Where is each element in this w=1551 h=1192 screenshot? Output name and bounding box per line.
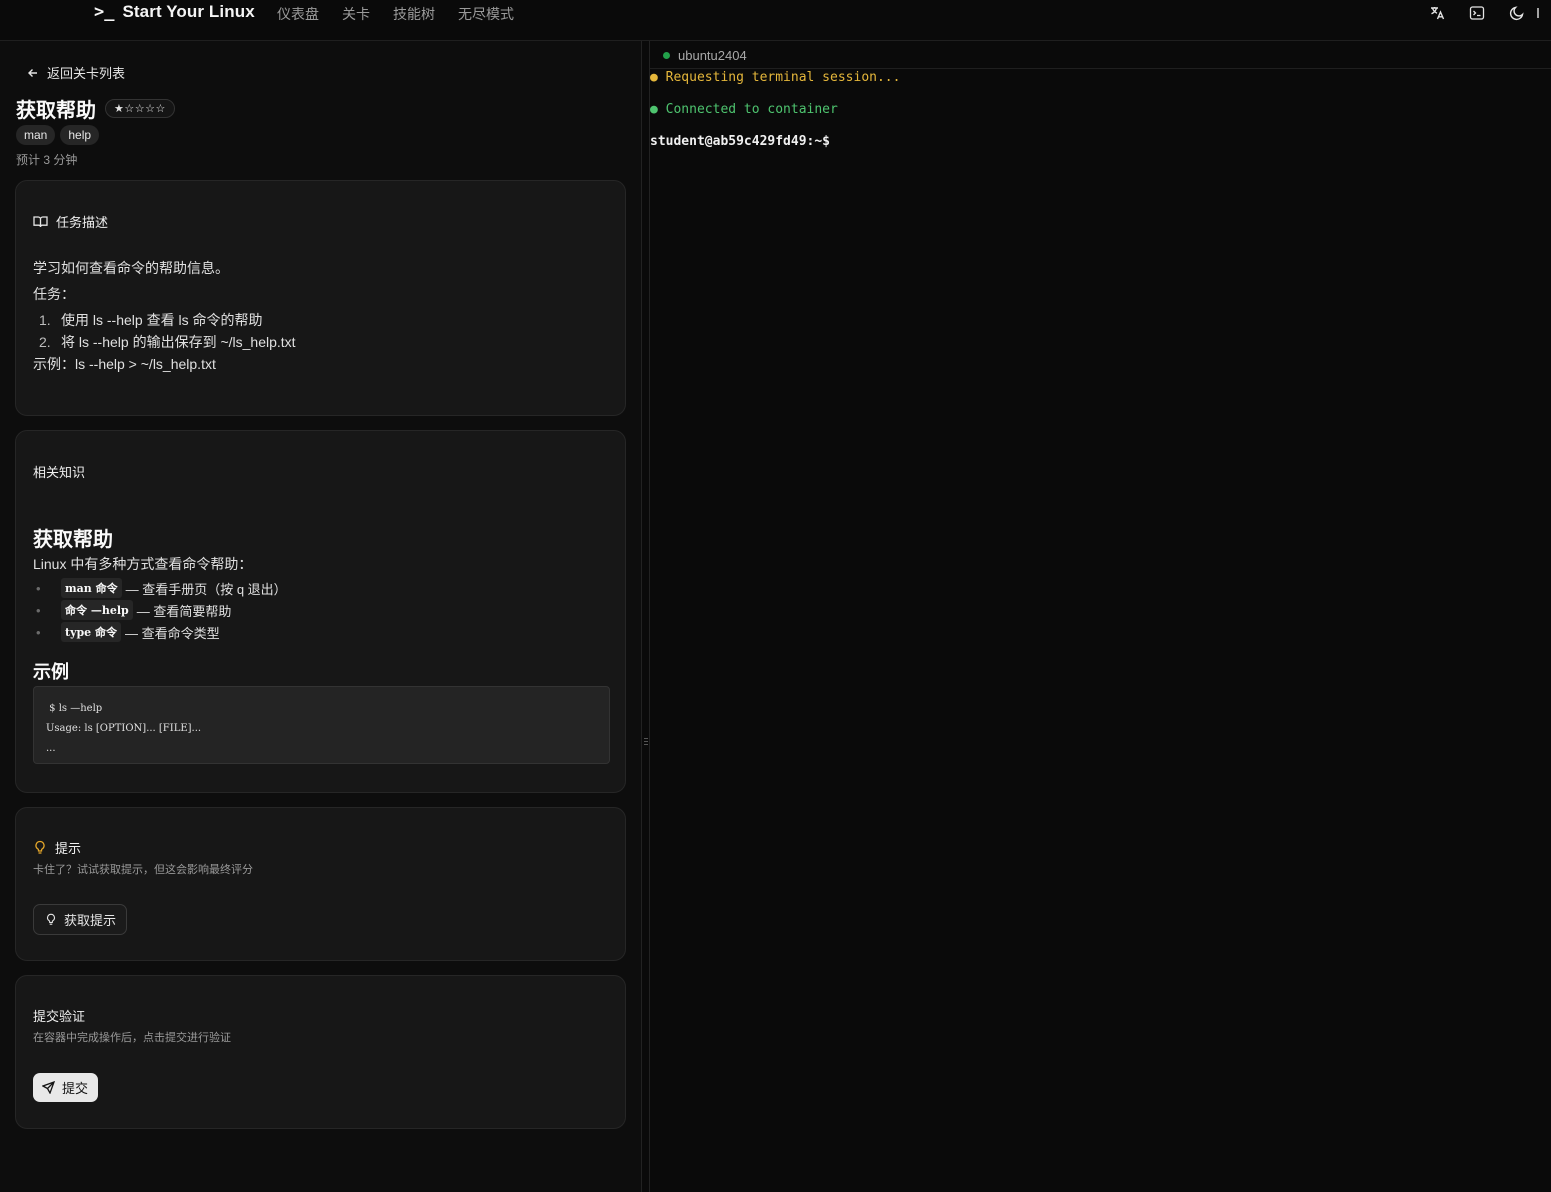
task-label: 任务： — [33, 286, 75, 302]
task-step: 2. 将 ls --help 的输出保存到 ~/ls_help.txt — [39, 334, 296, 350]
inline-code: man 命令 — [61, 578, 122, 598]
terminal-prompt-icon: >_ — [94, 2, 115, 22]
terminal-line: ● Requesting terminal session... — [650, 70, 901, 85]
task-description-card: 任务描述 学习如何查看命令的帮助信息。 任务： 1. 使用 ls --help 查… — [15, 180, 626, 416]
submit-card: 提交验证 在容器中完成操作后，点击提交进行验证 提交 — [15, 975, 626, 1129]
lightbulb-icon — [47, 913, 55, 925]
terminal-tab[interactable]: ubuntu2404 — [650, 41, 1551, 69]
inline-code: 命令 —help — [61, 600, 133, 620]
nav-skill-tree[interactable]: 技能树 — [393, 4, 435, 24]
task-description-title: 任务描述 — [56, 215, 109, 230]
estimated-time: 预计 3 分钟 — [16, 153, 78, 167]
nav-endless-mode[interactable]: 无尽模式 — [458, 4, 514, 24]
knowledge-example-heading: 示例 — [33, 662, 69, 682]
task-example: 示例：ls --help > ~/ls_help.txt — [33, 356, 216, 372]
terminal-panel[interactable]: ubuntu2404 ● Requesting terminal session… — [650, 41, 1551, 1192]
task-intro: 学习如何查看命令的帮助信息。 — [33, 260, 229, 276]
tag-help: help — [60, 125, 100, 145]
code-line: $ ls —help — [46, 703, 103, 714]
arrow-left-icon — [28, 68, 37, 77]
submit-button[interactable]: 提交 — [33, 1073, 99, 1102]
task-step: 1. 使用 ls --help 查看 ls 命令的帮助 — [39, 312, 263, 328]
hint-title: 提示 — [55, 841, 82, 856]
panel-resize-handle[interactable] — [641, 41, 650, 1192]
grip-icon — [644, 738, 648, 748]
brand-logo[interactable]: >_ Start Your Linux — [94, 2, 255, 22]
inline-code: type 命令 — [61, 622, 121, 642]
task-description-heading: 任务描述 — [33, 212, 108, 231]
code-line: Usage: ls [OPTION]... [FILE]... — [46, 723, 202, 734]
nav-links: 仪表盘 关卡 技能树 无尽模式 — [277, 4, 537, 24]
lightbulb-icon — [35, 840, 45, 854]
nav-dashboard[interactable]: 仪表盘 — [277, 4, 319, 24]
brand-name: Start Your Linux — [122, 2, 255, 21]
back-label: 返回关卡列表 — [47, 66, 126, 81]
knowledge-help-intro: Linux 中有多种方式查看命令帮助： — [33, 556, 253, 572]
help-methods-list: • man 命令 — 查看手册页（按 q 退出） • 命令 —help — 查看简要帮助… — [33, 577, 287, 643]
terminal-tab-name: ubuntu2404 — [678, 48, 747, 63]
book-open-icon — [33, 215, 48, 227]
submit-label: 提交 — [62, 1081, 89, 1096]
level-header: 获取帮助 ★☆☆☆☆ — [16, 94, 175, 123]
knowledge-help-heading: 获取帮助 — [33, 529, 113, 551]
code-block: $ ls —help Usage: ls [OPTION]... [FILE].… — [33, 686, 610, 764]
submit-heading: 提交验证 — [33, 1009, 86, 1024]
get-hint-label: 获取提示 — [64, 913, 117, 928]
knowledge-heading: 相关知识 — [33, 465, 86, 480]
overflow-icon[interactable] — [1537, 2, 1551, 24]
level-title: 获取帮助 — [16, 100, 96, 122]
list-item: • man 命令 — 查看手册页（按 q 退出） — [33, 577, 287, 599]
connection-status-dot — [663, 52, 670, 59]
tag-list: man help — [16, 125, 100, 145]
submit-subtitle: 在容器中完成操作后，点击提交进行验证 — [33, 1032, 231, 1044]
difficulty-stars: ★☆☆☆☆ — [105, 99, 175, 118]
terminal-icon[interactable] — [1457, 2, 1497, 24]
hint-subtitle: 卡住了？试试获取提示，但这会影响最终评分 — [33, 864, 253, 876]
translate-icon[interactable] — [1417, 2, 1457, 24]
send-icon — [42, 1081, 55, 1094]
nav-levels[interactable]: 关卡 — [342, 4, 370, 24]
hint-card: 提示 卡住了？试试获取提示，但这会影响最终评分 获取提示 — [15, 807, 626, 961]
back-to-levels-link[interactable]: 返回关卡列表 — [27, 63, 125, 82]
terminal-line: ● Connected to container — [650, 102, 838, 117]
level-panel: 返回关卡列表 获取帮助 ★☆☆☆☆ man help 预计 3 分钟 任务描述 … — [0, 41, 641, 1192]
knowledge-card: 相关知识 获取帮助 Linux 中有多种方式查看命令帮助： • man 命令 — 查… — [15, 430, 626, 793]
list-item: • 命令 —help — 查看简要帮助 — [33, 599, 287, 621]
hint-heading: 提示 — [33, 838, 81, 857]
list-item: • type 命令 — 查看命令类型 — [33, 621, 287, 643]
moon-icon[interactable] — [1497, 2, 1537, 24]
code-line: ... — [46, 743, 56, 754]
nav-icon-group — [1417, 2, 1551, 24]
terminal-prompt: student@ab59c429fd49:~$ — [650, 134, 831, 149]
task-steps: 1. 使用 ls --help 查看 ls 命令的帮助 2. 将 ls --help… — [39, 313, 296, 349]
task-description-body: 学习如何查看命令的帮助信息。 任务： 1. 使用 ls --help 查看 ls … — [33, 261, 296, 383]
tag-man: man — [16, 125, 56, 145]
get-hint-button[interactable]: 获取提示 — [33, 904, 128, 935]
top-nav: >_ Start Your Linux 仪表盘 关卡 技能树 无尽模式 — [0, 0, 1551, 41]
